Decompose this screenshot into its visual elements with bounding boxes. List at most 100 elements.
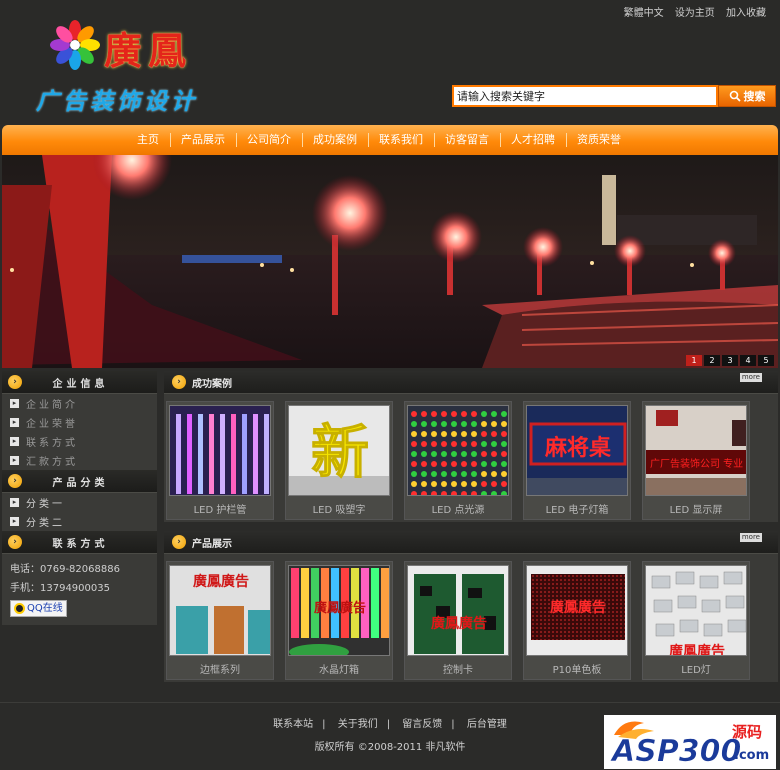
arrow-bullet-icon: ▸ bbox=[10, 437, 19, 446]
case-thumb: 麻将桌 bbox=[526, 405, 628, 496]
svg-text:ASP300: ASP300 bbox=[610, 734, 741, 769]
case-card-light-box[interactable]: 麻将桌 LED 电子灯箱 bbox=[523, 401, 631, 520]
case-thumb bbox=[407, 405, 509, 496]
nav-products[interactable]: 产品展示 bbox=[170, 125, 236, 155]
footer-link-feedback[interactable]: 留言反馈 bbox=[402, 719, 442, 730]
sidebar-item-contact[interactable]: ▸ 联系方式 bbox=[2, 432, 157, 451]
case-caption: LED 显示屏 bbox=[669, 505, 723, 516]
svg-text:新: 新 bbox=[311, 418, 369, 486]
traditional-chinese-link[interactable]: 繁體中文 bbox=[624, 8, 664, 19]
product-caption: P10单色板 bbox=[552, 665, 602, 676]
night-park-lights-image bbox=[2, 155, 778, 368]
cases-more-button[interactable]: more bbox=[739, 373, 762, 382]
svg-text:源码: 源码 bbox=[732, 723, 762, 741]
product-caption: 水晶灯箱 bbox=[319, 665, 359, 676]
product-caption: 控制卡 bbox=[443, 665, 473, 676]
nav-jobs[interactable]: 人才招聘 bbox=[500, 125, 566, 155]
nav-cases[interactable]: 成功案例 bbox=[302, 125, 368, 155]
svg-text:廣鳳廣告: 廣鳳廣告 bbox=[550, 599, 606, 616]
nav-about[interactable]: 公司简介 bbox=[236, 125, 302, 155]
footer-link-about[interactable]: 关于我们 bbox=[338, 719, 378, 730]
logo-subtitle: 广告装饰设计 bbox=[36, 88, 198, 115]
product-card-p10-panel[interactable]: 廣鳳廣告 P10单色板 bbox=[523, 561, 631, 680]
sidebar-item-honor[interactable]: ▸ 企业荣誉 bbox=[2, 413, 157, 432]
flower-logo-icon bbox=[50, 20, 100, 70]
qq-penguin-icon bbox=[14, 603, 25, 614]
banner-page-3[interactable]: 3 bbox=[722, 355, 738, 366]
case-card-guardrail[interactable]: LED 护栏管 bbox=[166, 401, 274, 520]
case-thumb bbox=[169, 405, 271, 496]
contact-phone: 电话：0769-82068886 bbox=[10, 564, 120, 575]
set-homepage-link[interactable]: 设为主页 bbox=[675, 8, 715, 19]
banner-pager: 1 2 3 4 5 bbox=[686, 355, 774, 366]
cases-header: › 成功案例 more bbox=[164, 371, 778, 394]
arrow-right-icon: › bbox=[172, 375, 186, 389]
footer-link-contact[interactable]: 联系本站 bbox=[273, 719, 313, 730]
svg-text:.com: .com bbox=[734, 748, 769, 763]
asp300-watermark: ASP300 源码 .com bbox=[604, 715, 776, 769]
svg-text:廣鳳廣告: 廣鳳廣告 bbox=[314, 600, 366, 616]
search-input[interactable] bbox=[452, 85, 718, 107]
sidebar-contact-title: 联系方式 bbox=[52, 538, 109, 550]
main-nav: 主页 产品展示 公司简介 成功案例 联系我们 访客留言 人才招聘 资质荣誉 bbox=[2, 125, 778, 155]
sidebar-item-category-1[interactable]: ▸ 分类一 bbox=[2, 493, 157, 512]
product-card-crystal-box[interactable]: 廣鳳廣告 水晶灯箱 bbox=[285, 561, 393, 680]
svg-text:廣鳳廣告: 廣鳳廣告 bbox=[669, 643, 725, 656]
sidebar-item-remittance[interactable]: ▸ 汇款方式 bbox=[2, 451, 157, 470]
case-card-display[interactable]: 广厂告装饰公司 专业 LED 显示屏 bbox=[642, 401, 750, 520]
svg-text:麻将桌: 麻将桌 bbox=[544, 435, 612, 461]
nav-contact[interactable]: 联系我们 bbox=[368, 125, 434, 155]
case-card-point-light[interactable]: LED 点光源 bbox=[404, 401, 512, 520]
sidebar-item-category-2[interactable]: ▸ 分类二 bbox=[2, 512, 157, 531]
product-thumb: 廣鳳廣告 bbox=[526, 565, 628, 656]
logo-title: 廣鳳 bbox=[104, 28, 193, 73]
sidebar-contact-header: › 联系方式 bbox=[2, 531, 157, 554]
product-thumb: 廣鳳廣告 bbox=[288, 565, 390, 656]
product-card-frame[interactable]: 廣鳳廣告 边框系列 bbox=[166, 561, 274, 680]
product-thumb: 廣鳳廣告 bbox=[169, 565, 271, 656]
product-thumb: 廣鳳廣告 bbox=[407, 565, 509, 656]
product-caption: 边框系列 bbox=[200, 665, 240, 676]
header: 繁體中文 设为主页 加入收藏 廣鳳 广告装饰设计 搜索 bbox=[0, 0, 780, 124]
add-favorite-link[interactable]: 加入收藏 bbox=[726, 8, 766, 19]
arrow-bullet-icon: ▸ bbox=[10, 498, 19, 507]
sidebar: › 企业信息 ▸ 企业简介 ▸ 企业荣誉 ▸ 联系方式 ▸ 汇款方式 › 产品分类 ▸ 分… bbox=[2, 371, 157, 625]
product-card-controller[interactable]: 廣鳳廣告 控制卡 bbox=[404, 561, 512, 680]
arrow-bullet-icon: ▸ bbox=[10, 418, 19, 427]
search-bar: 搜索 bbox=[452, 85, 776, 107]
contact-info: 电话：0769-82068886 手机：13794900035 QQ在线 bbox=[2, 554, 157, 627]
arrow-bullet-icon: ▸ bbox=[10, 399, 19, 408]
cases-grid: LED 护栏管 新 LED 吸塑字 LED 点光源 麻将桌 LED 电子灯箱 广… bbox=[164, 394, 778, 522]
banner-image: 1 2 3 4 5 bbox=[2, 155, 778, 368]
qq-online-button[interactable]: QQ在线 bbox=[10, 600, 67, 617]
arrow-right-icon: › bbox=[8, 375, 22, 389]
nav-guestbook[interactable]: 访客留言 bbox=[434, 125, 500, 155]
case-thumb: 新 bbox=[288, 405, 390, 496]
banner-page-2[interactable]: 2 bbox=[704, 355, 720, 366]
top-links: 繁體中文 设为主页 加入收藏 bbox=[616, 4, 766, 19]
nav-honors[interactable]: 资质荣誉 bbox=[566, 125, 632, 155]
contact-mobile: 手机：13794900035 bbox=[10, 583, 110, 594]
case-caption: LED 吸塑字 bbox=[312, 505, 366, 516]
sidebar-company-title: 企业信息 bbox=[52, 378, 109, 390]
case-card-sign-letters[interactable]: 新 LED 吸塑字 bbox=[285, 401, 393, 520]
search-button[interactable]: 搜索 bbox=[718, 85, 776, 107]
sidebar-item-profile[interactable]: ▸ 企业简介 bbox=[2, 394, 157, 413]
cases-title: 成功案例 bbox=[192, 378, 232, 390]
search-icon bbox=[729, 90, 741, 102]
case-caption: LED 护栏管 bbox=[193, 505, 247, 516]
products-more-button[interactable]: more bbox=[739, 533, 762, 542]
case-caption: LED 点光源 bbox=[431, 505, 485, 516]
banner-page-1[interactable]: 1 bbox=[686, 355, 702, 366]
case-caption: LED 电子灯箱 bbox=[545, 505, 609, 516]
product-card-led-light[interactable]: 廣鳳廣告 LED灯 bbox=[642, 561, 750, 680]
banner-page-4[interactable]: 4 bbox=[740, 355, 756, 366]
nav-home[interactable]: 主页 bbox=[126, 125, 170, 155]
product-caption: LED灯 bbox=[681, 665, 711, 676]
product-thumb: 廣鳳廣告 bbox=[645, 565, 747, 656]
sidebar-company-header: › 企业信息 bbox=[2, 371, 157, 394]
banner-page-5[interactable]: 5 bbox=[758, 355, 774, 366]
svg-text:广厂告装饰公司 专业: 广厂告装饰公司 专业 bbox=[650, 457, 743, 470]
footer-link-admin[interactable]: 后台管理 bbox=[467, 719, 507, 730]
footer: 联系本站 | 关于我们 | 留言反馈 | 后台管理 版权所有 ©2008-2011 非… bbox=[0, 702, 780, 770]
